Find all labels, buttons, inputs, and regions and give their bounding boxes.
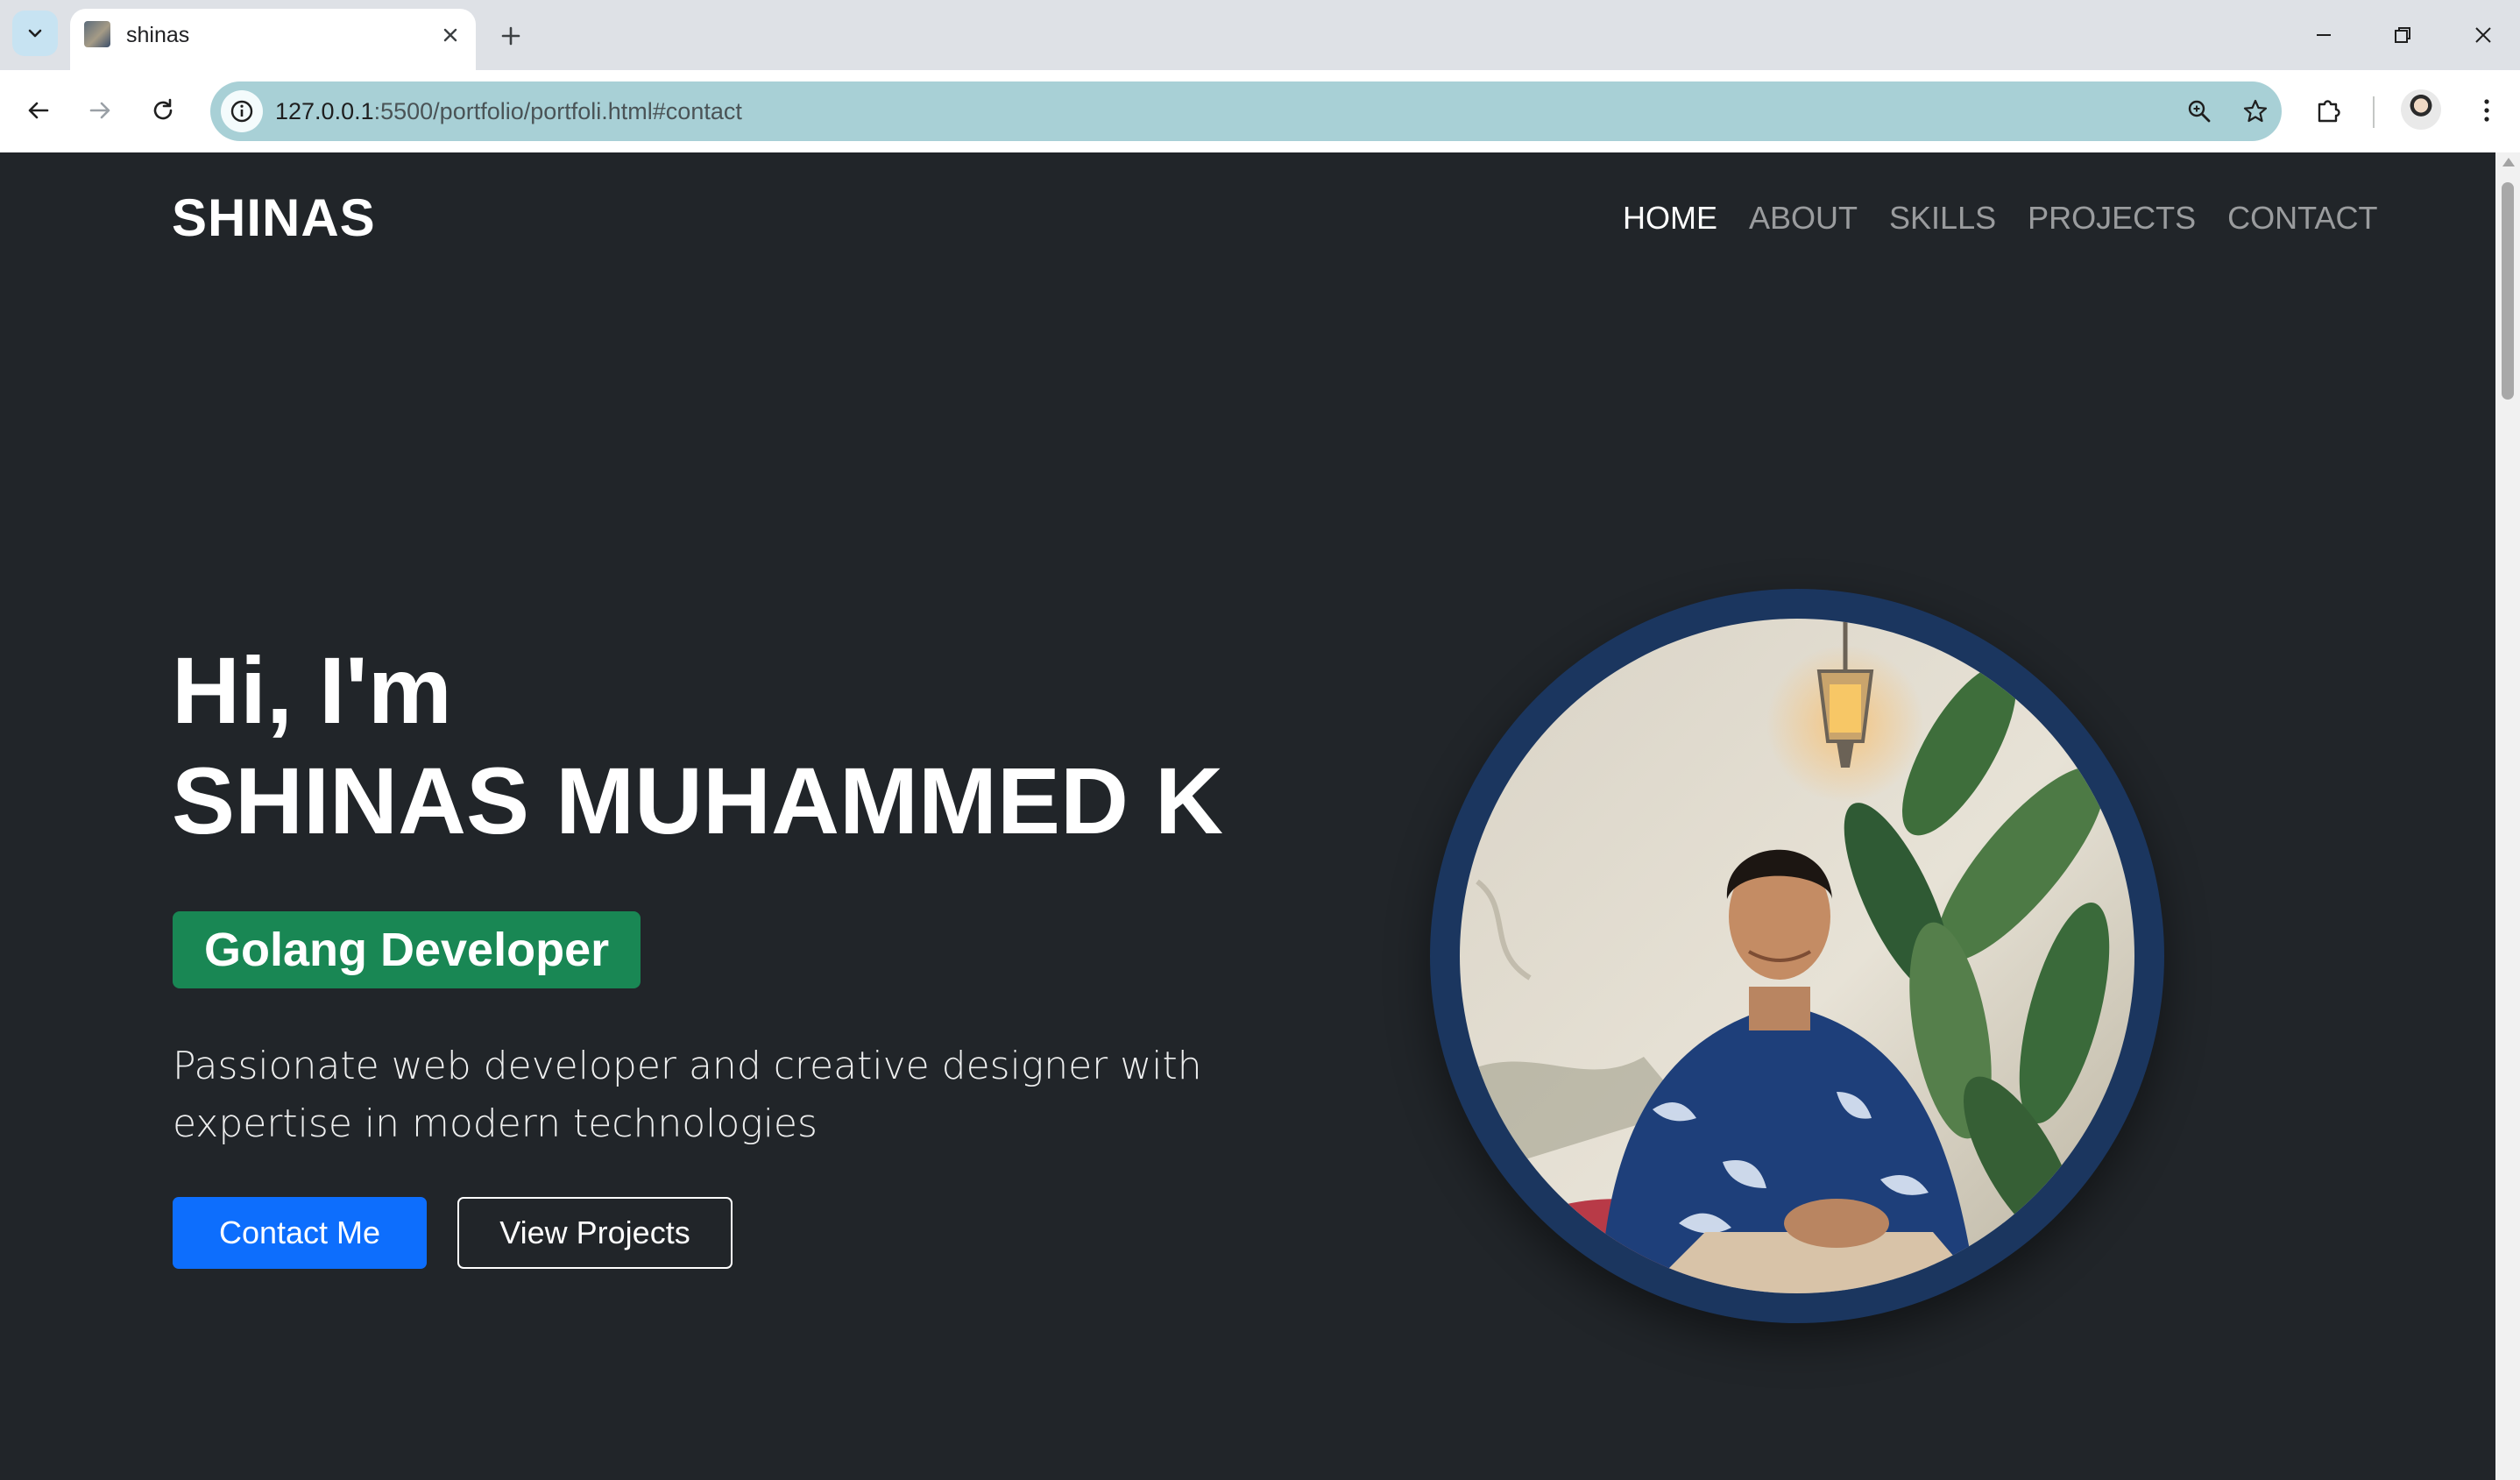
arrow-right-icon (89, 102, 110, 119)
tab-search-button[interactable] (12, 11, 58, 56)
profile-avatar[interactable] (2401, 89, 2441, 130)
bookmark-button[interactable] (2236, 92, 2275, 131)
new-tab-button[interactable] (491, 16, 531, 56)
nav-projects[interactable]: PROJECTS (2028, 200, 2196, 237)
browser-menu-button[interactable] (2464, 88, 2509, 133)
close-window-button[interactable] (2459, 12, 2508, 58)
tab-close-button[interactable] (435, 19, 466, 51)
browser-tab-active[interactable]: shinas (70, 9, 476, 70)
close-icon (443, 28, 457, 42)
plus-icon (501, 26, 520, 46)
restore-button[interactable] (2378, 12, 2427, 58)
puzzle-icon (2318, 100, 2340, 123)
url-host: 127.0.0.1 (275, 98, 374, 124)
minimize-button[interactable] (2299, 12, 2348, 58)
chevron-down-icon (28, 29, 42, 38)
nav-skills[interactable]: SKILLS (1889, 200, 1996, 237)
nav-contact[interactable]: CONTACT (2227, 200, 2377, 237)
info-icon (230, 100, 253, 123)
star-icon (2243, 99, 2268, 123)
profile-photo-illustration (1460, 619, 2134, 1293)
address-bar[interactable]: 127.0.0.1:5500/portfolio/portfoli.html#c… (210, 81, 2282, 141)
site-brand[interactable]: SHINAS (172, 188, 376, 248)
kebab-menu-icon (2484, 99, 2489, 122)
role-badge: Golang Developer (173, 911, 641, 988)
back-button[interactable] (16, 88, 61, 133)
site-info-button[interactable] (221, 90, 263, 132)
arrow-left-icon (28, 102, 49, 119)
url-text: 127.0.0.1:5500/portfolio/portfoli.html#c… (275, 98, 742, 125)
hero-greeting: Hi, I'm (172, 637, 452, 743)
reload-button[interactable] (140, 88, 186, 133)
profile-photo-frame (1430, 589, 2164, 1323)
favicon-icon (84, 21, 110, 47)
zoom-icon (2188, 100, 2211, 123)
browser-toolbar: 127.0.0.1:5500/portfolio/portfoli.html#c… (0, 70, 2520, 153)
nav-about[interactable]: ABOUT (1749, 200, 1858, 237)
restore-icon (2395, 27, 2410, 43)
hero-name: SHINAS MUHAMMED K (172, 747, 1223, 853)
scroll-up-arrow-icon[interactable] (2502, 158, 2515, 166)
hero-tagline: Passionate web developer and creative de… (173, 1044, 1202, 1146)
contact-me-button[interactable]: Contact Me (173, 1197, 427, 1269)
zoom-button[interactable] (2180, 92, 2219, 131)
extensions-button[interactable] (2306, 88, 2352, 133)
close-icon (2475, 27, 2491, 43)
site-nav: HOME ABOUT SKILLS PROJECTS CONTACT (1623, 200, 2377, 237)
toolbar-separator (2373, 96, 2375, 128)
profile-photo (1460, 619, 2134, 1293)
reload-icon (153, 98, 173, 120)
tab-title: shinas (126, 23, 190, 47)
nav-home[interactable]: HOME (1623, 200, 1717, 237)
view-projects-button[interactable]: View Projects (457, 1197, 733, 1269)
tab-strip: shinas (0, 0, 2520, 70)
page-scrollbar[interactable] (2495, 152, 2520, 1480)
scroll-thumb[interactable] (2502, 182, 2514, 400)
page-viewport: SHINAS HOME ABOUT SKILLS PROJECTS CONTAC… (0, 152, 2495, 1480)
url-path: :5500/portfolio/portfoli.html#contact (373, 98, 742, 124)
minimize-icon (2317, 34, 2331, 36)
forward-button[interactable] (77, 88, 123, 133)
